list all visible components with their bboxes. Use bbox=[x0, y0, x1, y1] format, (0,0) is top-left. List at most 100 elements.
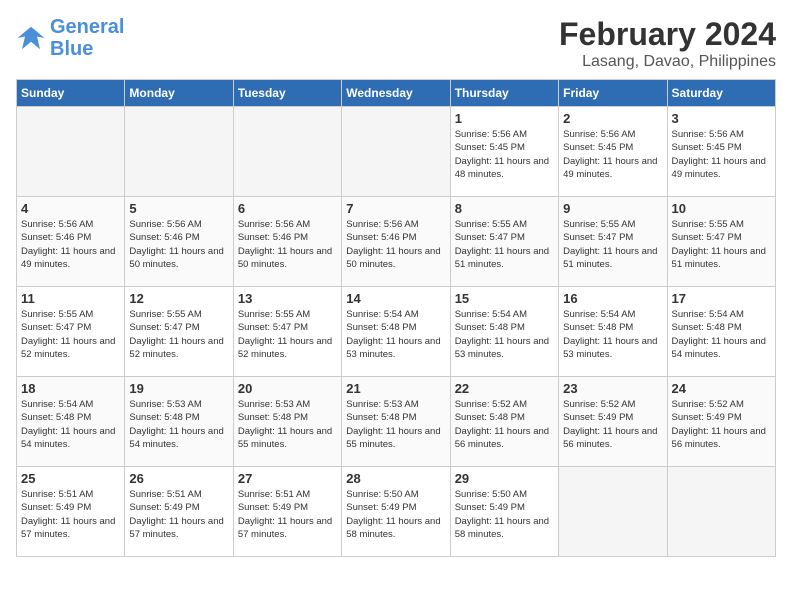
day-info: Sunrise: 5:55 AMSunset: 5:47 PMDaylight:… bbox=[455, 218, 554, 271]
calendar-cell bbox=[667, 467, 775, 557]
day-number: 4 bbox=[21, 201, 120, 216]
calendar-cell: 5Sunrise: 5:56 AMSunset: 5:46 PMDaylight… bbox=[125, 197, 233, 287]
day-info: Sunrise: 5:56 AMSunset: 5:46 PMDaylight:… bbox=[238, 218, 337, 271]
day-info: Sunrise: 5:56 AMSunset: 5:45 PMDaylight:… bbox=[455, 128, 554, 181]
month-year-title: February 2024 bbox=[559, 16, 776, 53]
calendar-cell: 29 Sunrise: 5:50 AMSunset: 5:49 PMDayligh… bbox=[450, 467, 558, 557]
calendar-cell: 16 Sunrise: 5:54 AMSunset: 5:48 PMDayligh… bbox=[559, 287, 667, 377]
day-info: Sunrise: 5:56 AMSunset: 5:46 PMDaylight:… bbox=[346, 218, 445, 271]
day-number: 6 bbox=[238, 201, 337, 216]
day-number: 1 bbox=[455, 111, 554, 126]
day-number: 20 bbox=[238, 381, 337, 396]
calendar-cell: 15Sunrise: 5:54 AMSunset: 5:48 PMDayligh… bbox=[450, 287, 558, 377]
day-info: Sunrise: 5:52 AMSunset: 5:49 PMDaylight:… bbox=[672, 398, 771, 451]
day-number: 8 bbox=[455, 201, 554, 216]
day-number: 12 bbox=[129, 291, 228, 306]
day-number: 21 bbox=[346, 381, 445, 396]
day-number: 24 bbox=[672, 381, 771, 396]
day-number: 16 bbox=[563, 291, 662, 306]
calendar-cell: 25 Sunrise: 5:51 AMSunset: 5:49 PMDayligh… bbox=[17, 467, 125, 557]
calendar-cell bbox=[17, 107, 125, 197]
day-number: 29 bbox=[455, 471, 554, 486]
day-number: 22 bbox=[455, 381, 554, 396]
day-info: Sunrise: 5:51 AMSunset: 5:49 PMDaylight:… bbox=[21, 488, 120, 541]
day-info: Sunrise: 5:54 AMSunset: 5:48 PMDaylight:… bbox=[563, 308, 662, 361]
calendar-cell: 24 Sunrise: 5:52 AMSunset: 5:49 PMDayligh… bbox=[667, 377, 775, 467]
logo-text: General Blue bbox=[50, 16, 124, 60]
calendar-cell: 12 Sunrise: 5:55 AMSunset: 5:47 PMDayligh… bbox=[125, 287, 233, 377]
weekday-header-row: SundayMondayTuesdayWednesdayThursdayFrid… bbox=[17, 80, 776, 107]
weekday-header-friday: Friday bbox=[559, 80, 667, 107]
day-number: 14 bbox=[346, 291, 445, 306]
day-info: Sunrise: 5:52 AMSunset: 5:48 PMDaylight:… bbox=[455, 398, 554, 451]
day-info: Sunrise: 5:51 AMSunset: 5:49 PMDaylight:… bbox=[238, 488, 337, 541]
day-number: 2 bbox=[563, 111, 662, 126]
day-info: Sunrise: 5:56 AMSunset: 5:46 PMDaylight:… bbox=[21, 218, 120, 271]
calendar-body: 1 Sunrise: 5:56 AMSunset: 5:45 PMDaylight… bbox=[17, 107, 776, 557]
day-number: 5 bbox=[129, 201, 228, 216]
calendar-cell: 23 Sunrise: 5:52 AMSunset: 5:49 PMDayligh… bbox=[559, 377, 667, 467]
day-info: Sunrise: 5:54 AMSunset: 5:48 PMDaylight:… bbox=[672, 308, 771, 361]
day-number: 10 bbox=[672, 201, 771, 216]
calendar-week-row: 4 Sunrise: 5:56 AMSunset: 5:46 PMDaylight… bbox=[17, 197, 776, 287]
calendar-cell: 13 Sunrise: 5:55 AMSunset: 5:47 PMDayligh… bbox=[233, 287, 341, 377]
calendar-week-row: 11 Sunrise: 5:55 AMSunset: 5:47 PMDayligh… bbox=[17, 287, 776, 377]
day-number: 13 bbox=[238, 291, 337, 306]
weekday-header-sunday: Sunday bbox=[17, 80, 125, 107]
calendar-cell: 28 Sunrise: 5:50 AMSunset: 5:49 PMDayligh… bbox=[342, 467, 450, 557]
calendar-cell: 18Sunrise: 5:54 AMSunset: 5:48 PMDayligh… bbox=[17, 377, 125, 467]
calendar-cell: 19Sunrise: 5:53 AMSunset: 5:48 PMDayligh… bbox=[125, 377, 233, 467]
calendar-header: SundayMondayTuesdayWednesdayThursdayFrid… bbox=[17, 80, 776, 107]
day-info: Sunrise: 5:55 AMSunset: 5:47 PMDaylight:… bbox=[129, 308, 228, 361]
calendar-week-row: 1 Sunrise: 5:56 AMSunset: 5:45 PMDaylight… bbox=[17, 107, 776, 197]
day-info: Sunrise: 5:56 AMSunset: 5:45 PMDaylight:… bbox=[672, 128, 771, 181]
calendar-cell: 20 Sunrise: 5:53 AMSunset: 5:48 PMDayligh… bbox=[233, 377, 341, 467]
day-info: Sunrise: 5:50 AMSunset: 5:49 PMDaylight:… bbox=[346, 488, 445, 541]
calendar-week-row: 25 Sunrise: 5:51 AMSunset: 5:49 PMDayligh… bbox=[17, 467, 776, 557]
day-number: 27 bbox=[238, 471, 337, 486]
calendar-cell: 21 Sunrise: 5:53 AMSunset: 5:48 PMDayligh… bbox=[342, 377, 450, 467]
day-info: Sunrise: 5:55 AMSunset: 5:47 PMDaylight:… bbox=[21, 308, 120, 361]
day-info: Sunrise: 5:50 AMSunset: 5:49 PMDaylight:… bbox=[455, 488, 554, 541]
day-info: Sunrise: 5:55 AMSunset: 5:47 PMDaylight:… bbox=[238, 308, 337, 361]
calendar-cell bbox=[233, 107, 341, 197]
day-info: Sunrise: 5:51 AMSunset: 5:49 PMDaylight:… bbox=[129, 488, 228, 541]
calendar-cell: 22 Sunrise: 5:52 AMSunset: 5:48 PMDayligh… bbox=[450, 377, 558, 467]
calendar-cell bbox=[559, 467, 667, 557]
calendar-table: SundayMondayTuesdayWednesdayThursdayFrid… bbox=[16, 79, 776, 557]
calendar-cell: 2 Sunrise: 5:56 AMSunset: 5:45 PMDaylight… bbox=[559, 107, 667, 197]
day-number: 25 bbox=[21, 471, 120, 486]
day-number: 11 bbox=[21, 291, 120, 306]
calendar-cell bbox=[125, 107, 233, 197]
weekday-header-wednesday: Wednesday bbox=[342, 80, 450, 107]
day-info: Sunrise: 5:52 AMSunset: 5:49 PMDaylight:… bbox=[563, 398, 662, 451]
page-header: General Blue February 2024 Lasang, Davao… bbox=[16, 16, 776, 71]
day-info: Sunrise: 5:56 AMSunset: 5:45 PMDaylight:… bbox=[563, 128, 662, 181]
calendar-cell: 4 Sunrise: 5:56 AMSunset: 5:46 PMDaylight… bbox=[17, 197, 125, 287]
calendar-cell: 27 Sunrise: 5:51 AMSunset: 5:49 PMDayligh… bbox=[233, 467, 341, 557]
calendar-cell: 3 Sunrise: 5:56 AMSunset: 5:45 PMDaylight… bbox=[667, 107, 775, 197]
day-info: Sunrise: 5:53 AMSunset: 5:48 PMDaylight:… bbox=[129, 398, 228, 451]
day-number: 23 bbox=[563, 381, 662, 396]
weekday-header-monday: Monday bbox=[125, 80, 233, 107]
day-info: Sunrise: 5:53 AMSunset: 5:48 PMDaylight:… bbox=[238, 398, 337, 451]
day-number: 3 bbox=[672, 111, 771, 126]
day-number: 28 bbox=[346, 471, 445, 486]
day-info: Sunrise: 5:53 AMSunset: 5:48 PMDaylight:… bbox=[346, 398, 445, 451]
calendar-cell: 8 Sunrise: 5:55 AMSunset: 5:47 PMDaylight… bbox=[450, 197, 558, 287]
location-subtitle: Lasang, Davao, Philippines bbox=[559, 53, 776, 71]
calendar-cell: 1 Sunrise: 5:56 AMSunset: 5:45 PMDaylight… bbox=[450, 107, 558, 197]
calendar-week-row: 18Sunrise: 5:54 AMSunset: 5:48 PMDayligh… bbox=[17, 377, 776, 467]
day-number: 18 bbox=[21, 381, 120, 396]
weekday-header-saturday: Saturday bbox=[667, 80, 775, 107]
day-number: 26 bbox=[129, 471, 228, 486]
day-number: 7 bbox=[346, 201, 445, 216]
calendar-cell: 11 Sunrise: 5:55 AMSunset: 5:47 PMDayligh… bbox=[17, 287, 125, 377]
day-info: Sunrise: 5:55 AMSunset: 5:47 PMDaylight:… bbox=[672, 218, 771, 271]
day-number: 15 bbox=[455, 291, 554, 306]
day-number: 17 bbox=[672, 291, 771, 306]
calendar-cell: 6 Sunrise: 5:56 AMSunset: 5:46 PMDaylight… bbox=[233, 197, 341, 287]
weekday-header-thursday: Thursday bbox=[450, 80, 558, 107]
calendar-cell: 14Sunrise: 5:54 AMSunset: 5:48 PMDayligh… bbox=[342, 287, 450, 377]
logo-icon bbox=[16, 23, 46, 53]
